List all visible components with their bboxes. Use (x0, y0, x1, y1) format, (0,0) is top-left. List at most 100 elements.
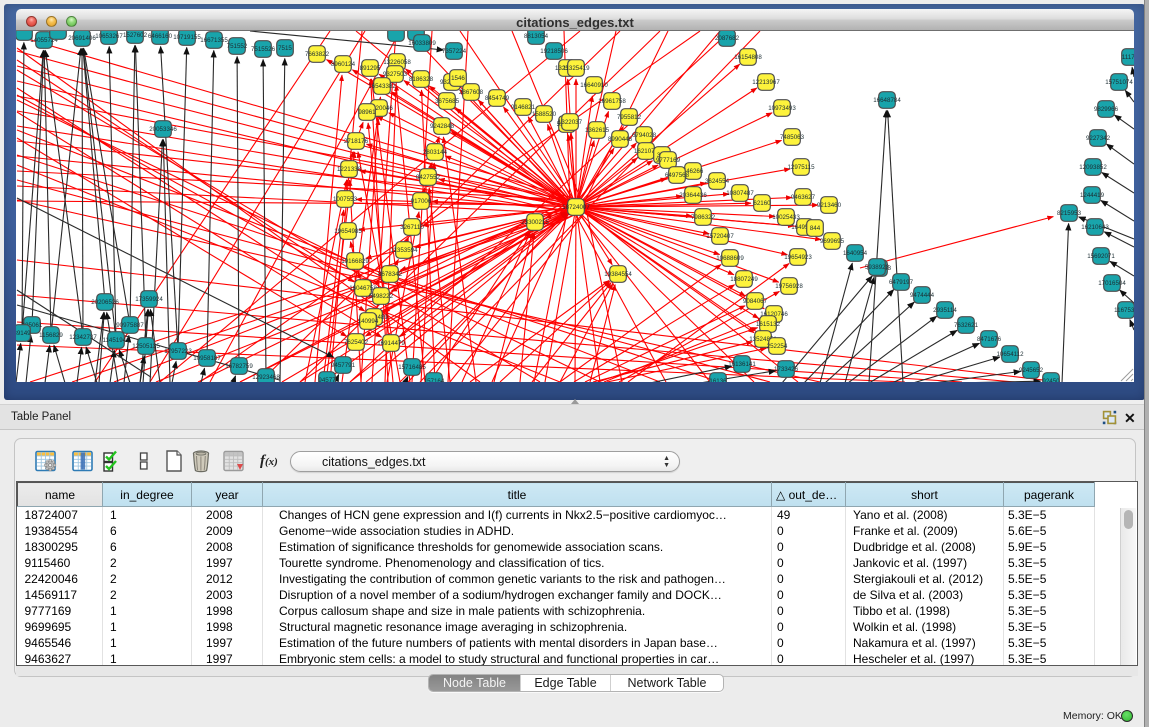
svg-text:2803144: 2803144 (423, 149, 448, 156)
svg-text:3267110: 3267110 (400, 224, 424, 231)
svg-text:10654112: 10654112 (996, 351, 1024, 358)
svg-text:2718176: 2718176 (344, 138, 369, 145)
svg-text:20053346: 20053346 (149, 126, 177, 133)
svg-text:16914479: 16914479 (377, 340, 405, 347)
svg-text:20206526: 20206526 (91, 299, 119, 306)
svg-text:16671355: 16671355 (200, 37, 228, 44)
svg-text:7632621: 7632621 (954, 322, 979, 329)
svg-text:1244419: 1244419 (1080, 192, 1105, 199)
svg-text:1007553: 1007553 (333, 196, 358, 203)
svg-text:8454749: 8454749 (485, 95, 510, 102)
svg-text:62160: 62160 (753, 200, 771, 207)
svg-text:7625402: 7625402 (344, 339, 369, 346)
svg-text:10688609: 10688609 (716, 255, 744, 262)
svg-text:12093852: 12093852 (1079, 164, 1107, 171)
svg-text:10958187: 10958187 (193, 355, 221, 362)
svg-text:157164: 157164 (424, 378, 445, 382)
svg-text:9242848: 9242848 (430, 123, 455, 130)
svg-text:9245652: 9245652 (1019, 367, 1044, 374)
svg-text:9146821: 9146821 (511, 104, 536, 111)
svg-text:8678342: 8678342 (378, 271, 403, 278)
svg-text:15692071: 15692071 (1087, 253, 1115, 260)
svg-text:751552: 751552 (227, 43, 248, 50)
svg-text:10653267: 10653267 (95, 33, 123, 40)
svg-text:1546: 1546 (451, 75, 465, 82)
svg-text:5498222: 5498222 (369, 293, 394, 300)
svg-text:7663822: 7663822 (305, 51, 330, 58)
svg-text:11173: 11173 (1122, 54, 1134, 61)
svg-text:3624554: 3624554 (705, 178, 730, 185)
svg-text:15751074: 15751074 (1105, 79, 1133, 86)
svg-text:7357224: 7357224 (442, 48, 467, 55)
svg-text:917006: 917006 (411, 198, 432, 205)
svg-text:17957223: 17957223 (164, 348, 192, 355)
svg-text:98961: 98961 (358, 109, 376, 116)
svg-text:10807487: 10807487 (726, 190, 754, 197)
svg-text:39149: 39149 (16, 330, 31, 337)
svg-text:7485063: 7485063 (780, 134, 805, 141)
svg-text:19384554: 19384554 (604, 271, 632, 278)
svg-text:1156829: 1156829 (39, 332, 63, 339)
svg-text:1733426: 1733426 (774, 366, 799, 373)
svg-text:6794028: 6794028 (632, 132, 657, 139)
svg-text:12505135: 12505135 (132, 343, 160, 350)
svg-text:8813054: 8813054 (524, 33, 549, 40)
svg-text:11353594: 11353594 (390, 247, 418, 254)
svg-text:8186328: 8186328 (409, 76, 434, 83)
svg-text:19166829: 19166829 (341, 258, 369, 265)
svg-text:1362615: 1362615 (585, 127, 610, 134)
svg-text:7515: 7515 (278, 45, 292, 52)
svg-text:16961758: 16961758 (598, 98, 626, 105)
svg-text:17016504: 17016504 (1098, 280, 1126, 287)
svg-text:12342737: 12342737 (69, 334, 97, 341)
svg-text:1322037: 1322037 (558, 119, 583, 126)
svg-text:6497568: 6497568 (665, 172, 690, 179)
svg-text:1527602: 1527602 (123, 32, 148, 39)
svg-text:20691406: 20691406 (68, 35, 96, 42)
svg-text:8427552: 8427552 (416, 174, 441, 181)
svg-text:23300215: 23300215 (521, 219, 549, 226)
svg-text:10973493: 10973493 (768, 105, 796, 112)
svg-text:11451941: 11451941 (102, 337, 130, 344)
svg-text:9227342: 9227342 (1086, 135, 1111, 142)
svg-text:17359924: 17359924 (135, 296, 163, 303)
svg-text:16640910: 16640910 (580, 82, 608, 89)
svg-text:16136: 16136 (709, 378, 727, 382)
svg-text:90975887: 90975887 (116, 322, 144, 329)
svg-text:9474444: 9474444 (910, 292, 935, 299)
svg-text:6479197: 6479197 (889, 279, 914, 286)
svg-text:19654923: 19654923 (784, 254, 812, 261)
svg-text:252254: 252254 (767, 343, 788, 350)
svg-text:5938923: 5938923 (865, 264, 890, 271)
svg-text:16136141: 16136141 (728, 361, 756, 368)
svg-text:7986322: 7986322 (691, 214, 716, 221)
svg-text:9213460: 9213460 (817, 202, 842, 209)
svg-text:9829966: 9829966 (1094, 106, 1119, 113)
svg-text:9699695: 9699695 (820, 238, 845, 245)
svg-text:7515526: 7515526 (251, 46, 276, 53)
svg-text:11325419: 11325419 (562, 65, 590, 72)
svg-text:18807249: 18807249 (730, 276, 758, 283)
svg-text:92450: 92450 (1042, 378, 1060, 382)
svg-text:9457791: 9457791 (331, 362, 356, 369)
svg-text:19654985: 19654985 (334, 228, 362, 235)
svg-text:1615132: 1615132 (756, 321, 781, 328)
svg-text:1588520: 1588520 (532, 111, 557, 118)
svg-text:9463627: 9463627 (791, 194, 816, 201)
svg-text:10025433: 10025433 (772, 214, 800, 221)
svg-text:1167534: 1167534 (1114, 307, 1134, 314)
svg-text:6466160: 6466160 (148, 33, 173, 40)
svg-text:20364436: 20364436 (679, 192, 707, 199)
svg-text:10719155: 10719155 (173, 34, 201, 41)
svg-text:12923468: 12923468 (252, 374, 280, 381)
svg-text:15716485: 15716485 (398, 364, 426, 371)
svg-text:9084067: 9084067 (743, 298, 768, 305)
svg-text:16033809: 16033809 (408, 40, 436, 47)
svg-text:1221338: 1221338 (337, 166, 362, 173)
svg-text:8990448: 8990448 (608, 136, 633, 143)
svg-text:8960124: 8960124 (331, 61, 356, 68)
svg-text:16154808: 16154808 (734, 54, 762, 61)
svg-text:16648784: 16648784 (873, 97, 901, 104)
svg-text:140994: 140994 (358, 318, 379, 325)
svg-text:15720407: 15720407 (706, 233, 734, 240)
